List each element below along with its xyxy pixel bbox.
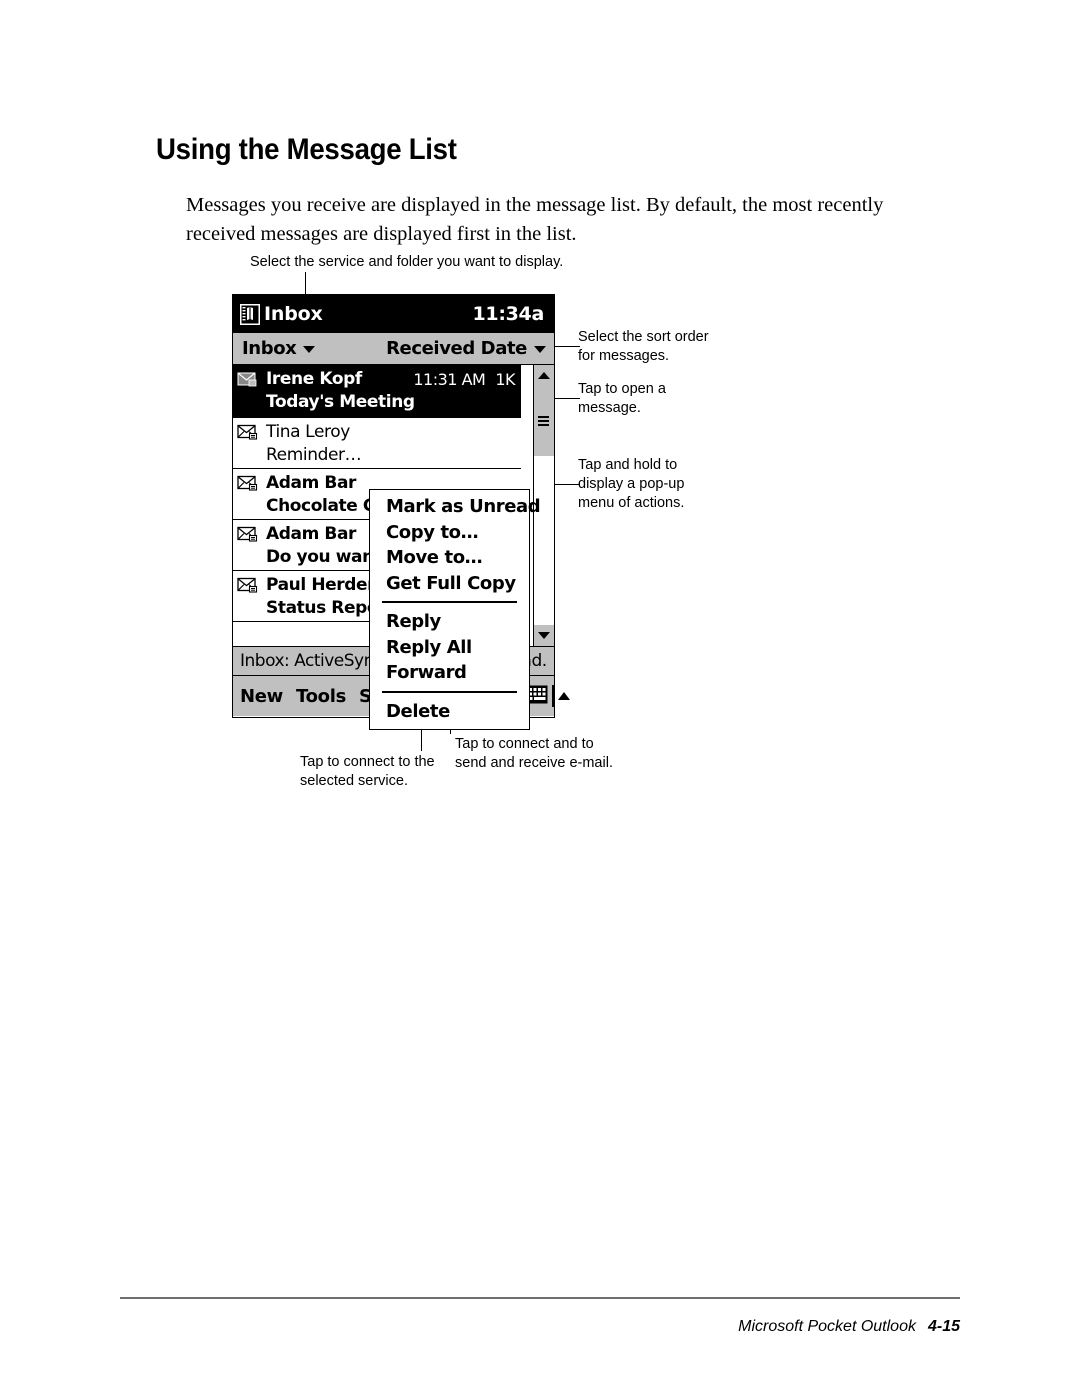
menu-item-forward[interactable]: Forward — [370, 660, 529, 686]
pocket-pc-screen: Inbox 11:34a Inbox Received Date Irene K… — [232, 294, 570, 730]
message-time: 11:31 AM — [413, 369, 486, 389]
command-bar-menu-tools[interactable]: Tools — [296, 686, 346, 707]
chevron-up-icon[interactable] — [557, 692, 570, 700]
menu-item-move-to[interactable]: Move to… — [370, 545, 529, 571]
device-title-label: Inbox — [264, 303, 323, 325]
envelope-icon — [237, 577, 260, 594]
command-bar-divider — [552, 685, 554, 707]
table-row[interactable]: Irene Kopf 11:31 AM 1K Today's Meeting — [233, 365, 521, 418]
scrollbar-up-button[interactable] — [534, 365, 554, 386]
scrollbar-thumb[interactable] — [534, 386, 554, 456]
envelope-icon — [237, 526, 260, 543]
message-sender: Irene Kopf — [266, 369, 362, 389]
callout-send-receive: Tap to connect and to send and receive e… — [455, 736, 613, 771]
menu-item-copy-to[interactable]: Copy to… — [370, 520, 529, 546]
meeting-request-icon — [237, 371, 260, 388]
figure-message-list: Select the service and folder you want t… — [0, 0, 1080, 820]
chevron-up-icon — [537, 372, 550, 379]
callout-popup-menu: Tap and hold to display a pop-up menu of… — [578, 457, 685, 511]
footer-rule — [120, 1297, 960, 1299]
sort-order-select[interactable]: Received Date — [386, 338, 546, 359]
callout-open-message: Tap to open a message. — [578, 381, 666, 416]
callout-select-service-folder: Select the service and folder you want t… — [250, 254, 564, 270]
document-page: Using the Message List Messages you rece… — [0, 0, 1080, 1397]
message-list-region: Irene Kopf 11:31 AM 1K Today's Meeting T… — [233, 365, 554, 730]
device-filter-bar: Inbox Received Date — [233, 333, 554, 365]
folder-select[interactable]: Inbox — [242, 338, 316, 359]
message-sender: Adam Bar — [266, 473, 357, 493]
menu-item-get-full-copy[interactable]: Get Full Copy — [370, 571, 529, 597]
menu-separator — [382, 690, 517, 693]
menu-separator — [382, 601, 517, 603]
callout-sort-order: Select the sort order for messages. — [578, 329, 709, 364]
inbox-app-icon — [240, 303, 260, 325]
menu-item-delete[interactable]: Delete — [370, 699, 529, 725]
menu-item-mark-as-unread[interactable]: Mark as Unread — [370, 494, 541, 520]
menu-item-reply-all[interactable]: Reply All — [370, 635, 529, 661]
scrollbar-grip-icon — [538, 416, 549, 427]
sort-order-label: Received Date — [386, 338, 527, 359]
scrollbar-down-button[interactable] — [534, 625, 554, 646]
page-number: 4-15 — [927, 1318, 960, 1335]
message-subject: Today's Meeting — [266, 392, 415, 412]
envelope-icon — [237, 475, 260, 492]
device-clock[interactable]: 11:34a — [472, 303, 544, 325]
context-menu[interactable]: Mark as Unread Copy to… Move to… Get Ful… — [369, 489, 541, 730]
menu-item-reply[interactable]: Reply — [370, 609, 529, 635]
footer: Microsoft Pocket Outlook 4-15 — [738, 1318, 960, 1336]
message-size: 1K — [495, 369, 515, 389]
command-bar-menu-new[interactable]: New — [240, 686, 283, 707]
chevron-down-icon — [537, 632, 550, 639]
folder-select-label: Inbox — [242, 338, 297, 359]
message-sender: Tina Leroy — [266, 422, 350, 442]
message-subject: Reminder… — [266, 445, 362, 465]
chevron-down-icon — [534, 346, 546, 353]
envelope-icon — [237, 424, 260, 441]
message-sender: Paul Herder — [266, 575, 376, 595]
chevron-down-icon — [303, 346, 316, 353]
device-titlebar: Inbox 11:34a — [233, 295, 554, 333]
message-sender: Adam Bar — [266, 524, 357, 544]
footer-label: Microsoft Pocket Outlook — [738, 1318, 916, 1335]
table-row[interactable]: Tina Leroy Reminder… — [233, 418, 521, 469]
